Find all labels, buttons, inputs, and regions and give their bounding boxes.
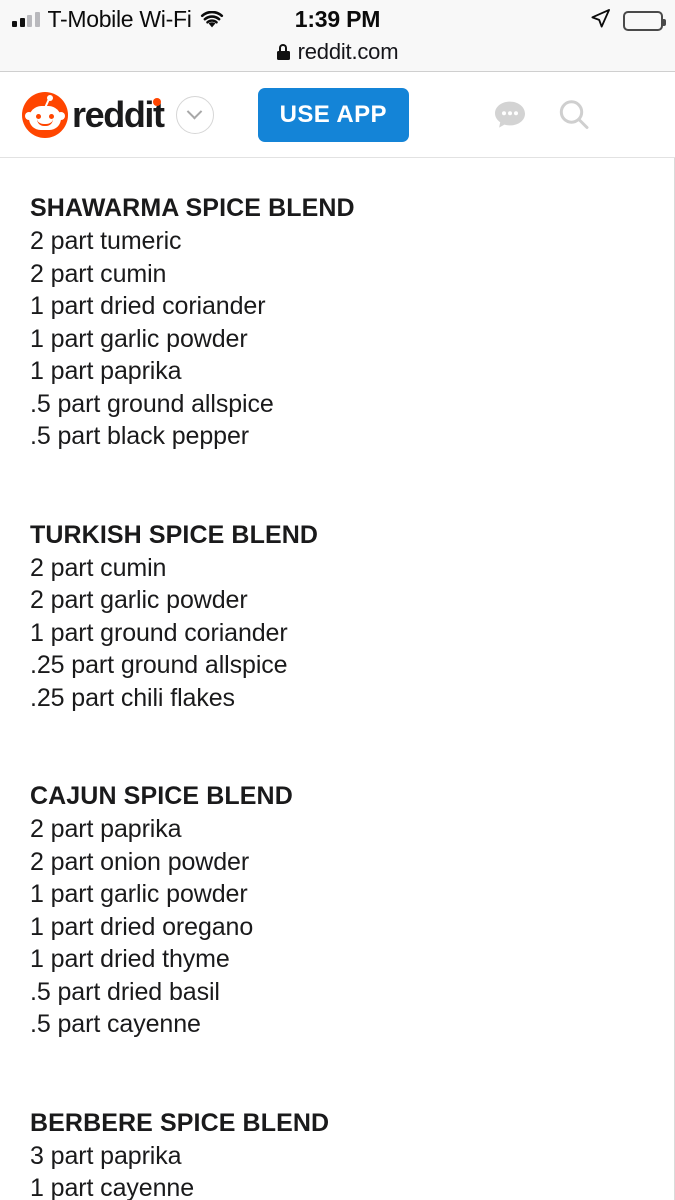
blend-ingredient: 1 part ground coriander: [30, 618, 288, 647]
blend-ingredient: 2 part garlic powder: [30, 586, 248, 614]
blend-ingredient: .25 part ground allspice: [30, 651, 288, 679]
hamburger-menu-icon[interactable]: [621, 102, 657, 127]
spice-blend-section: BERBERE SPICE BLEND 3 part paprika 1 par…: [30, 1107, 644, 1200]
reddit-header-bar: reddit USE APP: [0, 72, 675, 158]
header-icon-group: [493, 72, 657, 157]
blend-title: SHAWARMA SPICE BLEND: [30, 194, 355, 222]
reddit-brand[interactable]: reddit: [22, 91, 214, 138]
blend-ingredient: 1 part garlic powder: [30, 324, 248, 353]
location-arrow-icon: [590, 8, 611, 34]
blend-ingredient: 2 part tumeric: [30, 227, 182, 255]
use-app-button[interactable]: USE APP: [257, 87, 409, 142]
post-content: SHAWARMA SPICE BLEND 2 part tumeric 2 pa…: [0, 158, 675, 1200]
blend-ingredient: 2 part cumin: [30, 553, 167, 582]
lock-icon: [276, 44, 290, 60]
blend-title: CAJUN SPICE BLEND: [30, 782, 293, 810]
blend-ingredient: 1 part paprika: [30, 357, 182, 385]
blend-ingredient: 2 part onion powder: [30, 847, 250, 876]
blend-ingredient: 2 part cumin: [30, 259, 167, 288]
reddit-wordmark: reddit: [72, 93, 165, 136]
blend-title: TURKISH SPICE BLEND: [30, 520, 319, 549]
blend-ingredient: 1 part cayenne: [30, 1174, 194, 1200]
ios-status-bar: T-Mobile Wi-Fi 1:39 PM reddit.com: [0, 0, 675, 72]
chevron-down-icon[interactable]: [175, 95, 214, 134]
blend-ingredient: .5 part black pepper: [30, 422, 249, 450]
search-icon[interactable]: [557, 98, 591, 132]
blend-ingredient: 1 part garlic powder: [30, 880, 248, 908]
status-bar-top-row: T-Mobile Wi-Fi 1:39 PM: [0, 0, 675, 38]
reddit-wordmark-text: reddit: [72, 93, 165, 135]
chat-bubble-icon[interactable]: [493, 99, 527, 131]
blend-ingredient: 1 part dried coriander: [30, 292, 266, 320]
wordmark-dot-icon: [152, 97, 161, 106]
blend-ingredient: 1 part dried thyme: [30, 945, 230, 973]
spice-blend-section: TURKISH SPICE BLEND 2 part cumin 2 part …: [30, 519, 644, 715]
spice-blend-section: SHAWARMA SPICE BLEND 2 part tumeric 2 pa…: [30, 192, 644, 453]
blend-title: BERBERE SPICE BLEND: [30, 1108, 330, 1137]
browser-url-bar[interactable]: reddit.com: [0, 36, 675, 68]
battery-icon: [623, 11, 666, 31]
blend-ingredient: 1 part dried oregano: [30, 912, 254, 941]
blend-ingredient: .5 part cayenne: [30, 1010, 201, 1038]
blend-ingredient: 2 part paprika: [30, 815, 182, 843]
blend-ingredient: 3 part paprika: [30, 1141, 182, 1170]
blend-ingredient: .5 part dried basil: [30, 977, 220, 1006]
status-bar-clock: 1:39 PM: [294, 6, 381, 32]
reddit-snoo-logo-icon: [22, 91, 68, 138]
mobile-browser-screen: T-Mobile Wi-Fi 1:39 PM reddit.com reddit…: [0, 0, 675, 1200]
blend-ingredient: .25 part chili flakes: [30, 683, 235, 712]
url-text: reddit.com: [297, 39, 399, 64]
blend-ingredient: .5 part ground allspice: [30, 389, 274, 418]
status-bar-right: [590, 8, 666, 34]
spice-blend-section: CAJUN SPICE BLEND 2 part paprika 2 part …: [30, 780, 644, 1041]
